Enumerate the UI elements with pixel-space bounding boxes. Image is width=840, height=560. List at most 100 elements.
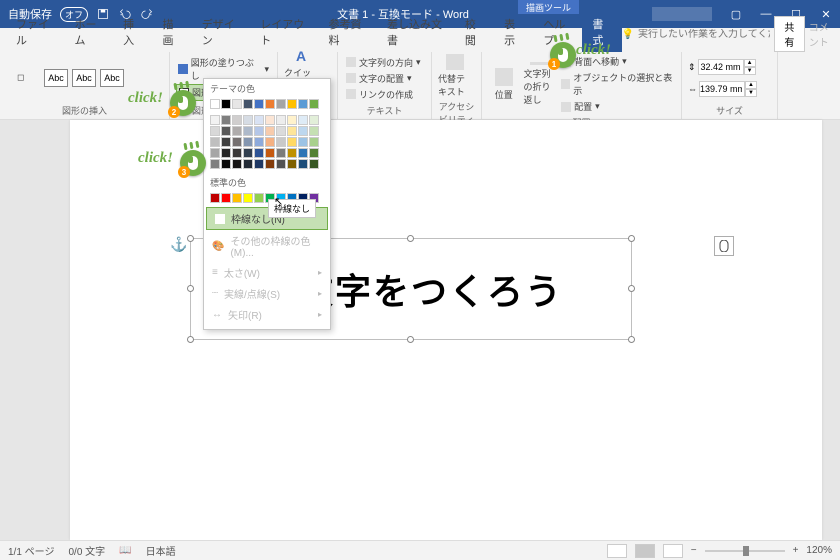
- color-swatch[interactable]: [243, 148, 253, 158]
- color-swatch[interactable]: [210, 99, 220, 109]
- word-count[interactable]: 0/0 文字: [68, 543, 105, 558]
- color-swatch[interactable]: [210, 148, 220, 158]
- theme-color-swatches[interactable]: [204, 97, 330, 113]
- comment-button[interactable]: コメント: [809, 19, 834, 49]
- color-swatch[interactable]: [265, 115, 275, 125]
- alt-text-button[interactable]: 代替テキスト: [438, 54, 472, 98]
- color-swatch[interactable]: [254, 126, 264, 136]
- color-swatch[interactable]: [221, 99, 231, 109]
- color-swatch[interactable]: [309, 148, 319, 158]
- color-swatch[interactable]: [265, 159, 275, 169]
- zoom-in-button[interactable]: +: [793, 545, 799, 556]
- color-swatch[interactable]: [243, 115, 253, 125]
- color-swatch[interactable]: [298, 99, 308, 109]
- more-colors-item[interactable]: 🎨その他の枠線の色(M)...: [204, 230, 330, 262]
- web-layout-button[interactable]: [663, 544, 683, 558]
- color-swatch[interactable]: [221, 148, 231, 158]
- resize-handle[interactable]: [187, 336, 194, 343]
- resize-handle[interactable]: [187, 285, 194, 292]
- color-swatch[interactable]: [243, 193, 253, 203]
- zoom-slider[interactable]: [705, 550, 785, 552]
- color-swatch[interactable]: [287, 115, 297, 125]
- color-swatch[interactable]: [243, 137, 253, 147]
- shapes-gallery[interactable]: ◻: [6, 56, 40, 100]
- color-swatch[interactable]: [210, 115, 220, 125]
- color-swatch[interactable]: [210, 193, 220, 203]
- resize-handle[interactable]: [628, 336, 635, 343]
- color-swatch[interactable]: [232, 159, 242, 169]
- tell-me-input[interactable]: [638, 29, 770, 40]
- color-swatch[interactable]: [287, 126, 297, 136]
- position-button[interactable]: 位置: [488, 62, 520, 106]
- color-swatch[interactable]: [254, 99, 264, 109]
- read-mode-button[interactable]: [607, 544, 627, 558]
- resize-handle[interactable]: [407, 336, 414, 343]
- color-swatch[interactable]: [243, 126, 253, 136]
- tab-home[interactable]: ホーム: [65, 12, 114, 52]
- width-spinner[interactable]: ⇔▲▼: [688, 81, 757, 97]
- color-swatch[interactable]: [276, 126, 286, 136]
- print-layout-button[interactable]: [635, 544, 655, 558]
- color-swatch[interactable]: [254, 137, 264, 147]
- weight-item[interactable]: ≡太さ(W)▸: [204, 262, 330, 283]
- color-swatch[interactable]: [221, 137, 231, 147]
- color-swatch[interactable]: [210, 159, 220, 169]
- tab-draw[interactable]: 描画: [152, 12, 191, 52]
- arrows-item[interactable]: ↔矢印(R)▸: [204, 304, 330, 325]
- resize-handle[interactable]: [407, 235, 414, 242]
- color-swatch[interactable]: [298, 137, 308, 147]
- style-preset-2[interactable]: Abc: [72, 69, 96, 87]
- selection-pane-button[interactable]: オブジェクトの選択と表示: [559, 70, 675, 98]
- spellcheck-icon[interactable]: 📖: [119, 545, 131, 556]
- text-align-button[interactable]: 文字の配置 ▾: [344, 71, 423, 86]
- document-canvas[interactable]: ⚓ 袋文字をつくろう: [70, 120, 822, 540]
- color-swatch[interactable]: [232, 115, 242, 125]
- color-swatch[interactable]: [265, 137, 275, 147]
- color-swatch[interactable]: [254, 148, 264, 158]
- tab-view[interactable]: 表示: [494, 12, 533, 52]
- color-swatch[interactable]: [309, 126, 319, 136]
- color-swatch[interactable]: [276, 137, 286, 147]
- color-swatch[interactable]: [276, 159, 286, 169]
- color-swatch[interactable]: [221, 115, 231, 125]
- color-swatch[interactable]: [243, 99, 253, 109]
- color-swatch[interactable]: [287, 99, 297, 109]
- align-button[interactable]: 配置 ▾: [559, 99, 675, 114]
- color-swatch[interactable]: [298, 159, 308, 169]
- tab-references[interactable]: 参考資料: [318, 12, 377, 52]
- tab-review[interactable]: 校閲: [455, 12, 494, 52]
- color-swatch[interactable]: [287, 137, 297, 147]
- color-swatch[interactable]: [287, 148, 297, 158]
- color-swatch[interactable]: [265, 148, 275, 158]
- color-swatch[interactable]: [210, 126, 220, 136]
- color-swatch[interactable]: [221, 126, 231, 136]
- resize-handle[interactable]: [187, 235, 194, 242]
- color-swatch[interactable]: [309, 137, 319, 147]
- color-swatch[interactable]: [232, 126, 242, 136]
- color-swatch[interactable]: [232, 148, 242, 158]
- color-swatch[interactable]: [232, 99, 242, 109]
- tab-layout[interactable]: レイアウト: [250, 12, 318, 52]
- color-swatch[interactable]: [265, 126, 275, 136]
- tab-file[interactable]: ファイル: [6, 12, 65, 52]
- dashes-item[interactable]: ┈実線/点線(S)▸: [204, 283, 330, 304]
- tint-color-swatches[interactable]: [204, 113, 330, 173]
- page-indicator[interactable]: 1/1 ページ: [8, 543, 54, 558]
- language-indicator[interactable]: 日本語: [146, 543, 176, 558]
- height-spinner[interactable]: ⇕▲▼: [688, 59, 757, 75]
- color-swatch[interactable]: [287, 159, 297, 169]
- color-swatch[interactable]: [265, 99, 275, 109]
- resize-handle[interactable]: [628, 285, 635, 292]
- style-preset-3[interactable]: Abc: [100, 69, 124, 87]
- tab-design[interactable]: デザイン: [192, 12, 251, 52]
- color-swatch[interactable]: [298, 126, 308, 136]
- color-swatch[interactable]: [232, 137, 242, 147]
- color-swatch[interactable]: [309, 99, 319, 109]
- create-link-button[interactable]: リンクの作成: [344, 87, 423, 102]
- color-swatch[interactable]: [309, 159, 319, 169]
- color-swatch[interactable]: [254, 159, 264, 169]
- color-swatch[interactable]: [221, 193, 231, 203]
- text-direction-button[interactable]: 文字列の方向 ▾: [344, 55, 423, 70]
- resize-handle[interactable]: [628, 235, 635, 242]
- color-swatch[interactable]: [243, 159, 253, 169]
